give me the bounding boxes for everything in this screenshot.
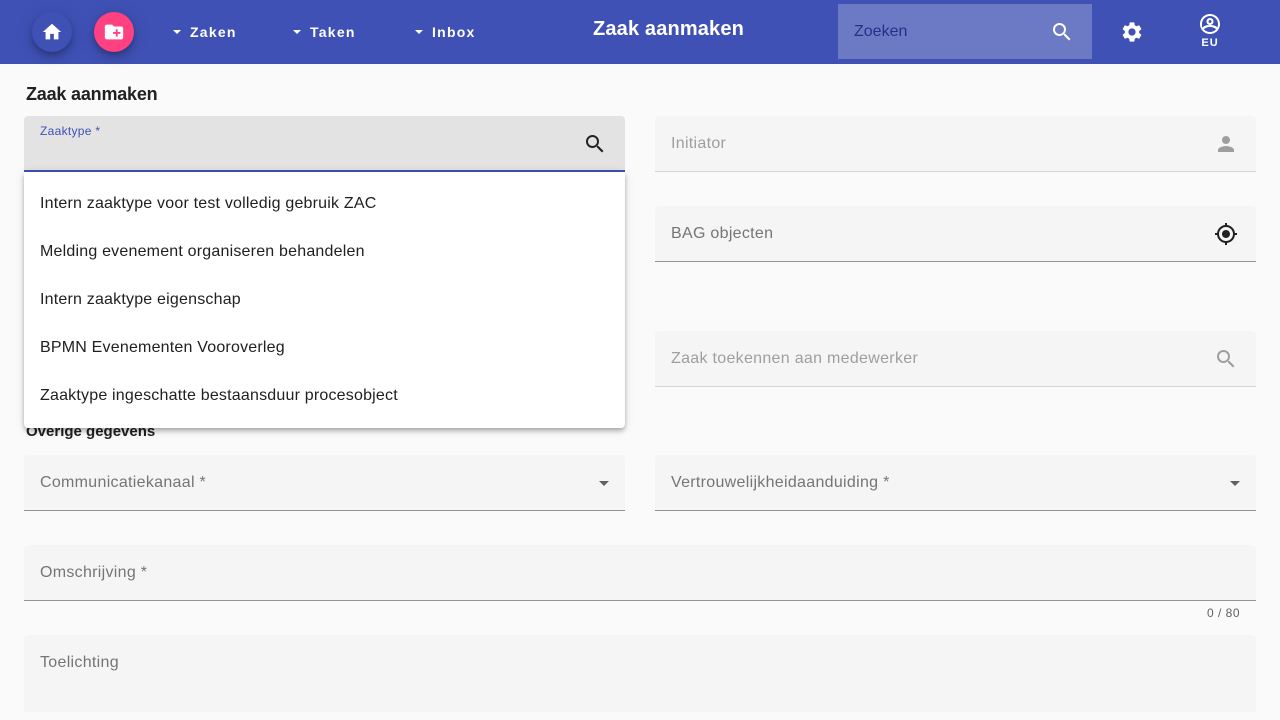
bag-objecten-label: BAG objecten	[671, 225, 774, 242]
toekennen-medewerker-label: Zaak toekennen aan medewerker	[671, 350, 919, 367]
account-circle-icon	[1200, 14, 1220, 34]
zaaktype-option[interactable]: Intern zaaktype voor test volledig gebru…	[24, 180, 625, 228]
user-menu-button[interactable]: EU	[1188, 12, 1232, 56]
caret-down-icon	[415, 30, 423, 34]
communicatiekanaal-label: Communicatiekanaal *	[40, 474, 207, 491]
global-search	[838, 4, 1092, 59]
search-icon[interactable]	[583, 132, 607, 156]
create-folder-icon	[104, 24, 124, 40]
top-toolbar: Zaken Taken Inbox Zaak aanmaken EU	[0, 0, 1280, 64]
bag-objecten-field[interactable]: BAG objecten	[655, 206, 1256, 262]
user-initials: EU	[1201, 37, 1219, 49]
menu-inbox-label: Inbox	[432, 24, 476, 40]
communicatiekanaal-select[interactable]: Communicatiekanaal *	[24, 455, 625, 511]
home-icon	[42, 23, 62, 40]
toelichting-label: Toelichting	[40, 654, 119, 671]
menu-zaken-button[interactable]: Zaken	[173, 16, 237, 48]
menu-zaken-label: Zaken	[190, 24, 237, 40]
search-icon[interactable]	[1214, 347, 1238, 371]
vertrouwelijkheid-label: Vertrouwelijkheidaanduiding *	[671, 474, 890, 491]
toelichting-field[interactable]: Toelichting	[24, 635, 1256, 712]
zaaktype-option[interactable]: Zaaktype ingeschatte bestaansduur proces…	[24, 372, 625, 420]
caret-down-icon	[173, 30, 181, 34]
zaaktype-label: Zaaktype *	[40, 124, 101, 138]
menu-taken-label: Taken	[310, 24, 356, 40]
omschrijving-label: Omschrijving *	[40, 564, 148, 581]
location-target-icon[interactable]	[1214, 222, 1238, 246]
settings-button[interactable]	[1112, 12, 1152, 52]
new-zaak-button[interactable]	[94, 12, 134, 52]
page-title: Zaak aanmaken	[26, 84, 158, 104]
person-icon[interactable]	[1214, 132, 1238, 156]
initiator-field[interactable]: Initiator	[655, 116, 1256, 172]
settings-icon	[1122, 22, 1142, 42]
home-button[interactable]	[32, 12, 72, 52]
toekennen-medewerker-field[interactable]: Zaak toekennen aan medewerker	[655, 331, 1256, 387]
search-icon[interactable]	[1050, 20, 1074, 44]
zaaktype-option[interactable]: Melding evenement organiseren behandelen	[24, 228, 625, 276]
zaaktype-option[interactable]: Intern zaaktype eigenschap	[24, 276, 625, 324]
dropdown-arrow-icon	[1230, 481, 1240, 486]
initiator-label: Initiator	[671, 135, 727, 152]
zaaktype-options-panel: Intern zaaktype voor test volledig gebru…	[24, 172, 625, 428]
zaaktype-option[interactable]: BPMN Evenementen Vooroverleg	[24, 324, 625, 372]
zaaktype-field[interactable]: Zaaktype *	[24, 116, 625, 172]
omschrijving-field[interactable]: Omschrijving *	[24, 545, 1256, 601]
vertrouwelijkheid-select[interactable]: Vertrouwelijkheidaanduiding *	[655, 455, 1256, 511]
global-search-input[interactable]	[854, 22, 1044, 41]
menu-inbox-button[interactable]: Inbox	[415, 16, 476, 48]
menu-taken-button[interactable]: Taken	[293, 16, 356, 48]
caret-down-icon	[293, 30, 301, 34]
omschrijving-char-counter: 0 / 80	[1206, 606, 1240, 620]
toolbar-title: Zaak aanmaken	[593, 18, 744, 40]
dropdown-arrow-icon	[599, 481, 609, 486]
